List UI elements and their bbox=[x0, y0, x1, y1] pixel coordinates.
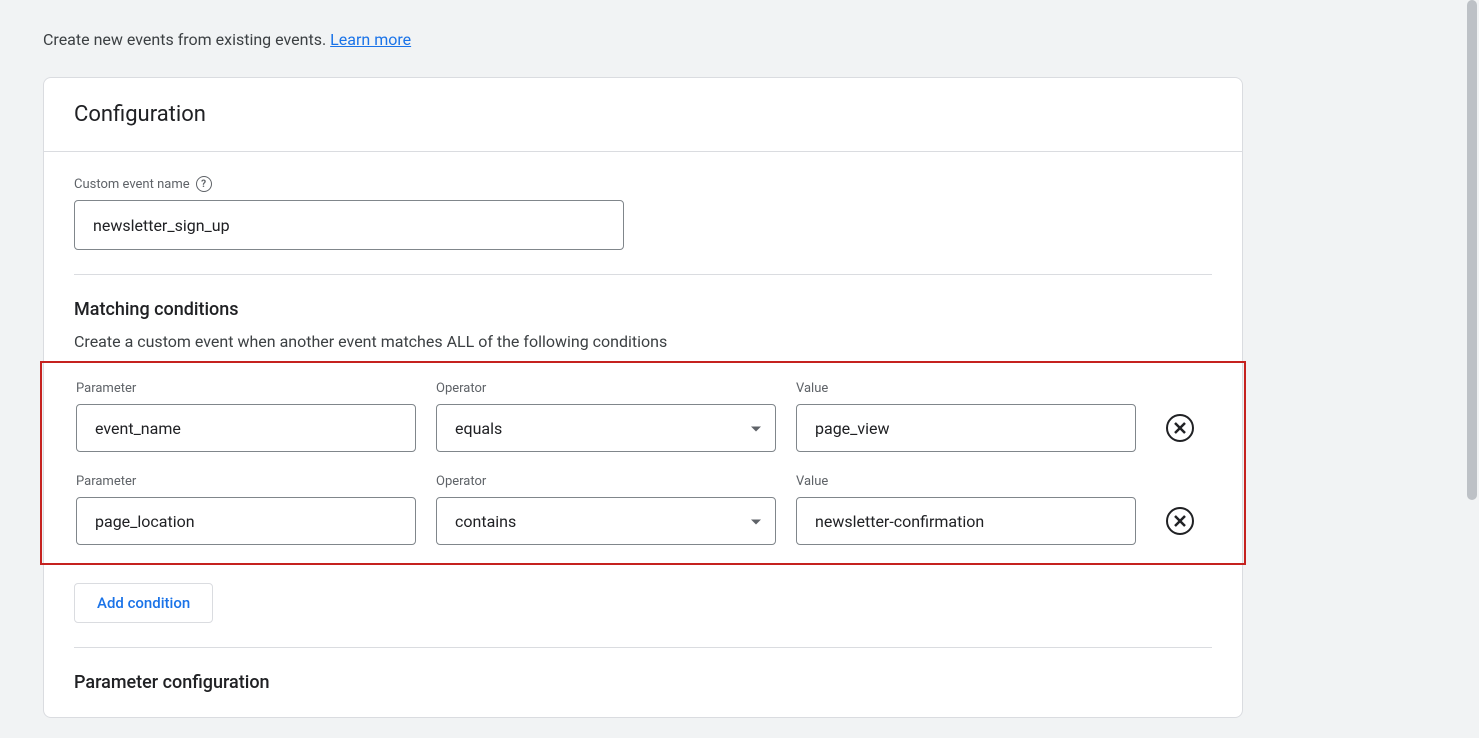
intro-prefix: Create new events from existing events. bbox=[43, 30, 330, 49]
parameter-label: Parameter bbox=[76, 474, 416, 489]
operator-select-wrap: equals bbox=[436, 404, 776, 452]
value-input[interactable] bbox=[796, 404, 1136, 452]
custom-event-label: Custom event name bbox=[74, 177, 190, 192]
operator-label: Operator bbox=[436, 381, 776, 396]
operator-label: Operator bbox=[436, 474, 776, 489]
remove-condition-button[interactable] bbox=[1166, 414, 1194, 442]
matching-conditions-section: Matching conditions Create a custom even… bbox=[44, 275, 1242, 647]
condition-row: Parameter Operator equals Value bbox=[76, 381, 1210, 452]
parameter-label: Parameter bbox=[76, 381, 416, 396]
operator-column: Operator contains bbox=[436, 474, 776, 545]
value-column: Value bbox=[796, 381, 1136, 452]
remove-column bbox=[1156, 497, 1204, 545]
learn-more-link[interactable]: Learn more bbox=[330, 30, 411, 49]
label-row: Custom event name ? bbox=[74, 176, 1212, 192]
parameter-input[interactable] bbox=[76, 497, 416, 545]
add-condition-button[interactable]: Add condition bbox=[74, 583, 213, 623]
condition-row: Parameter Operator contains Valu bbox=[76, 474, 1210, 545]
custom-event-name-input[interactable] bbox=[74, 200, 624, 250]
scrollbar-thumb[interactable] bbox=[1467, 0, 1477, 500]
close-icon bbox=[1174, 515, 1186, 527]
parameter-column: Parameter bbox=[76, 474, 416, 545]
page-container: Create new events from existing events. … bbox=[0, 0, 1465, 738]
matching-heading: Matching conditions bbox=[74, 299, 1212, 320]
value-input[interactable] bbox=[796, 497, 1136, 545]
conditions-highlight-box: Parameter Operator equals Value bbox=[40, 361, 1246, 565]
remove-condition-button[interactable] bbox=[1166, 507, 1194, 535]
parameter-configuration-section: Parameter configuration bbox=[44, 648, 1242, 717]
matching-description: Create a custom event when another event… bbox=[74, 332, 1212, 351]
custom-event-field-group: Custom event name ? bbox=[74, 176, 1212, 250]
operator-select[interactable]: equals bbox=[436, 404, 776, 452]
card-header: Configuration bbox=[44, 78, 1242, 152]
operator-select-wrap: contains bbox=[436, 497, 776, 545]
help-icon[interactable]: ? bbox=[196, 176, 212, 192]
intro-text: Create new events from existing events. … bbox=[0, 0, 1465, 49]
value-label: Value bbox=[796, 474, 1136, 489]
value-column: Value bbox=[796, 474, 1136, 545]
parameter-input[interactable] bbox=[76, 404, 416, 452]
close-icon bbox=[1174, 422, 1186, 434]
value-label: Value bbox=[796, 381, 1136, 396]
remove-column bbox=[1156, 404, 1204, 452]
custom-event-section: Custom event name ? bbox=[44, 152, 1242, 250]
parameter-config-heading: Parameter configuration bbox=[74, 672, 1212, 717]
card-title: Configuration bbox=[74, 102, 1212, 127]
operator-select[interactable]: contains bbox=[436, 497, 776, 545]
configuration-card: Configuration Custom event name ? Matchi… bbox=[43, 77, 1243, 718]
operator-column: Operator equals bbox=[436, 381, 776, 452]
scrollbar-track bbox=[1465, 0, 1479, 738]
parameter-column: Parameter bbox=[76, 381, 416, 452]
